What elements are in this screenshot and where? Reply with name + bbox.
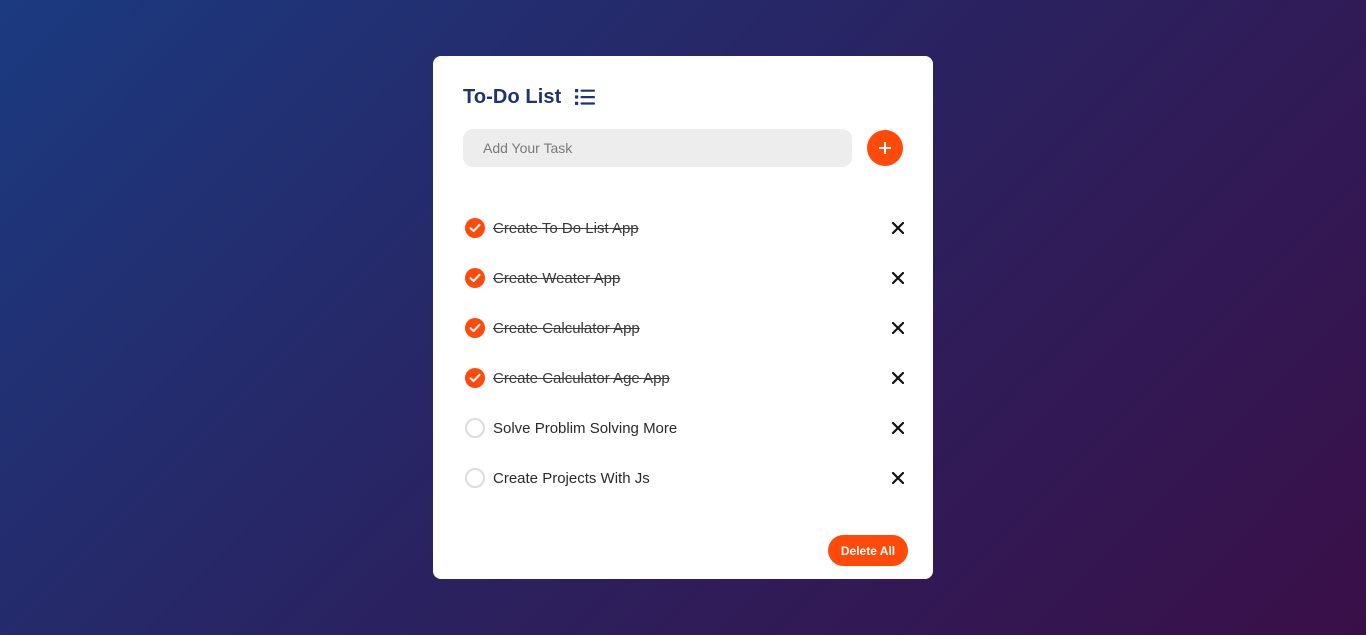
close-icon[interactable] xyxy=(888,418,908,438)
task-label: Create Calculator App xyxy=(493,319,640,337)
checked-circle-icon[interactable] xyxy=(465,268,485,288)
close-icon[interactable] xyxy=(888,268,908,288)
unchecked-circle-icon[interactable] xyxy=(465,468,485,488)
task-list: Create To Do List App Create Weater App Cr… xyxy=(463,203,908,503)
task-input-wrapper xyxy=(463,129,852,167)
list-item[interactable]: Create Weater App xyxy=(463,253,908,303)
checked-circle-icon[interactable] xyxy=(465,318,485,338)
list-item[interactable]: Create Projects With Js xyxy=(463,453,908,503)
checked-circle-icon[interactable] xyxy=(465,368,485,388)
list-item[interactable]: Create Calculator Age App xyxy=(463,353,908,403)
list-item[interactable]: Create Calculator App xyxy=(463,303,908,353)
task-input[interactable] xyxy=(463,129,852,167)
task-label: Create Projects With Js xyxy=(493,469,650,487)
unchecked-circle-icon[interactable] xyxy=(465,418,485,438)
task-label: Create Weater App xyxy=(493,269,621,287)
task-label: Create Calculator Age App xyxy=(493,369,670,387)
list-icon xyxy=(575,87,597,107)
list-item[interactable]: Solve Problim Solving More xyxy=(463,403,908,453)
header: To-Do List xyxy=(463,86,597,108)
task-label: Create To Do List App xyxy=(493,219,639,237)
close-icon[interactable] xyxy=(888,468,908,488)
list-item[interactable]: Create To Do List App xyxy=(463,203,908,253)
plus-icon xyxy=(879,142,891,154)
checked-circle-icon[interactable] xyxy=(465,218,485,238)
close-icon[interactable] xyxy=(888,318,908,338)
close-icon[interactable] xyxy=(888,368,908,388)
delete-all-button[interactable]: Delete All xyxy=(828,535,908,566)
task-label: Solve Problim Solving More xyxy=(493,419,678,437)
todo-card: To-Do List Create To Do List App Create W… xyxy=(433,56,933,579)
add-task-button[interactable] xyxy=(867,130,903,166)
page-title: To-Do List xyxy=(463,85,562,108)
close-icon[interactable] xyxy=(888,218,908,238)
